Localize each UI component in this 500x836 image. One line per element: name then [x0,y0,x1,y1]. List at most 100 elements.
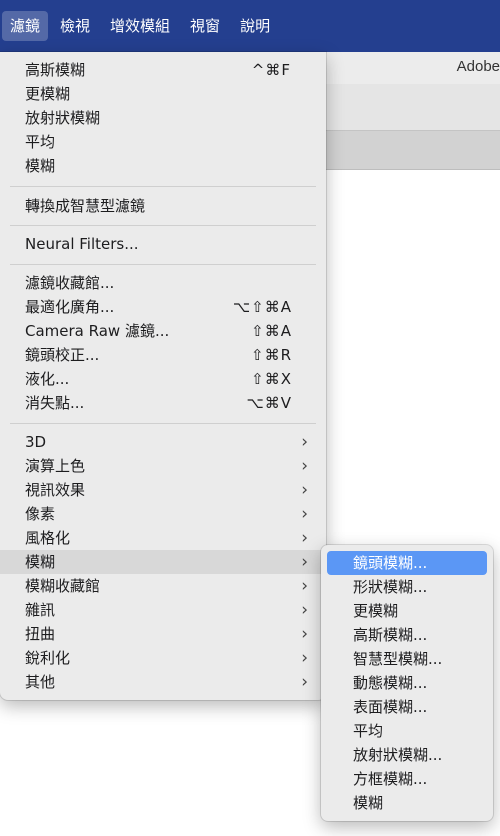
chevron-right-icon: › [301,480,308,500]
menubar-window[interactable]: 視窗 [182,11,228,41]
menu-item-label: 鏡頭校正... [25,346,100,364]
submenu-item-blur-more[interactable]: 更模糊 [327,599,487,623]
menu-item-convert-smart-filters[interactable]: 轉換成智慧型濾鏡 [0,194,326,218]
chevron-right-icon: › [301,504,308,524]
submenu-item-smart-blur[interactable]: 智慧型模糊... [327,647,487,671]
menu-item-vanishing-point[interactable]: 消失點... ⌥⌘V [0,391,326,415]
chevron-right-icon: › [301,576,308,596]
menu-item-camera-raw-filter[interactable]: Camera Raw 濾鏡... ⇧⌘A [0,319,326,343]
submenu-item-label: 平均 [353,722,384,740]
menu-item-label: 視訊效果 [25,481,86,499]
menu-item-blur-more[interactable]: 更模糊 [0,82,326,106]
submenu-item-label: 動態模糊... [353,674,428,692]
menu-item-noise[interactable]: 雜訊 › [0,598,326,622]
chevron-right-icon: › [301,552,308,572]
menu-item-neural-filters[interactable]: Neural Filters... [0,232,326,256]
menu-item-label: 扭曲 [25,625,56,643]
menu-item-label: 3D [25,433,47,451]
chevron-right-icon: › [301,624,308,644]
submenu-item-average[interactable]: 平均 [327,719,487,743]
menu-item-video[interactable]: 視訊效果 › [0,478,326,502]
chevron-right-icon: › [301,432,308,452]
submenu-item-lens-blur[interactable]: 鏡頭模糊... [327,551,487,575]
menu-item-filter-gallery[interactable]: 濾鏡收藏館... [0,271,326,295]
filter-menu: 高斯模糊 ^⌘F 更模糊 放射狀模糊 平均 模糊 轉換成智慧型濾鏡 Neural… [0,52,326,700]
menu-item-blur[interactable]: 模糊 [0,154,326,178]
menu-item-lens-correction[interactable]: 鏡頭校正... ⇧⌘R [0,343,326,367]
submenu-item-label: 智慧型模糊... [353,650,443,668]
submenu-item-label: 鏡頭模糊... [353,554,428,572]
shortcut: ^⌘F [251,61,291,79]
submenu-item-label: 更模糊 [353,602,399,620]
menu-item-label: 最適化廣角... [25,298,115,316]
menu-item-label: 模糊 [25,157,56,175]
chevron-right-icon: › [301,528,308,548]
submenu-item-gaussian-blur[interactable]: 高斯模糊... [327,623,487,647]
submenu-item-label: 方框模糊... [353,770,428,788]
menubar-help[interactable]: 說明 [232,11,278,41]
menu-item-label: 液化... [25,370,70,388]
menu-item-render[interactable]: 演算上色 › [0,454,326,478]
menu-item-label: 轉換成智慧型濾鏡 [25,197,146,215]
menubar-plugins[interactable]: 增效模組 [102,11,178,41]
menu-item-other[interactable]: 其他 › [0,670,326,694]
shortcut: ⇧⌘X [251,370,292,388]
menu-separator [10,264,316,265]
submenu-item-shape-blur[interactable]: 形狀模糊... [327,575,487,599]
chevron-right-icon: › [301,672,308,692]
menu-separator [10,423,316,424]
menu-item-label: 模糊 [25,553,56,571]
menu-item-label: 放射狀模糊 [25,109,101,127]
menu-item-stylize[interactable]: 風格化 › [0,526,326,550]
menu-item-label: 雜訊 [25,601,56,619]
menu-item-label: 消失點... [25,394,85,412]
shortcut: ⌥⇧⌘A [232,298,292,316]
submenu-item-blur[interactable]: 模糊 [327,791,487,815]
shortcut: ⇧⌘A [251,322,292,340]
menu-item-label: 模糊收藏館 [25,577,101,595]
menu-item-3d[interactable]: 3D › [0,430,326,454]
blur-submenu: 鏡頭模糊... 形狀模糊... 更模糊 高斯模糊... 智慧型模糊... 動態模… [321,545,493,821]
menu-item-radial-blur[interactable]: 放射狀模糊 [0,106,326,130]
menu-separator [10,225,316,226]
menu-item-label: 銳利化 [25,649,71,667]
submenu-item-surface-blur[interactable]: 表面模糊... [327,695,487,719]
menu-item-label: 其他 [25,673,56,691]
menu-bar: 濾鏡 檢視 增效模組 視窗 說明 [0,0,500,52]
submenu-item-radial-blur[interactable]: 放射狀模糊... [327,743,487,767]
chevron-right-icon: › [301,600,308,620]
menu-item-adaptive-wide-angle[interactable]: 最適化廣角... ⌥⇧⌘A [0,295,326,319]
app-title: Adobe [456,58,500,75]
menu-item-sharpen[interactable]: 銳利化 › [0,646,326,670]
submenu-item-label: 放射狀模糊... [353,746,443,764]
menu-item-label: 更模糊 [25,85,71,103]
submenu-item-box-blur[interactable]: 方框模糊... [327,767,487,791]
menu-item-label: 風格化 [25,529,71,547]
submenu-item-label: 高斯模糊... [353,626,428,644]
menu-item-label: 濾鏡收藏館... [25,274,115,292]
chevron-right-icon: › [301,456,308,476]
menu-item-label: 演算上色 [25,457,86,475]
menu-item-blur-gallery[interactable]: 模糊收藏館 › [0,574,326,598]
submenu-item-label: 模糊 [353,794,384,812]
submenu-item-motion-blur[interactable]: 動態模糊... [327,671,487,695]
menu-item-label: 平均 [25,133,56,151]
menu-item-label: 高斯模糊 [25,61,86,79]
menu-item-distort[interactable]: 扭曲 › [0,622,326,646]
menu-item-label: 像素 [25,505,56,523]
menu-item-liquify[interactable]: 液化... ⇧⌘X [0,367,326,391]
menu-item-gaussian-blur[interactable]: 高斯模糊 ^⌘F [0,58,326,82]
menu-item-label: Camera Raw 濾鏡... [25,322,170,340]
submenu-item-label: 形狀模糊... [353,578,428,596]
submenu-item-label: 表面模糊... [353,698,428,716]
menu-item-blur-submenu[interactable]: 模糊 › [0,550,326,574]
menu-item-label: Neural Filters... [25,235,139,253]
shortcut: ⌥⌘V [246,394,292,412]
menubar-filter[interactable]: 濾鏡 [2,11,49,41]
shortcut: ⇧⌘R [251,346,292,364]
menu-separator [10,186,316,187]
menu-item-average[interactable]: 平均 [0,130,326,154]
chevron-right-icon: › [301,648,308,668]
menubar-view[interactable]: 檢視 [52,11,98,41]
menu-item-pixelate[interactable]: 像素 › [0,502,326,526]
